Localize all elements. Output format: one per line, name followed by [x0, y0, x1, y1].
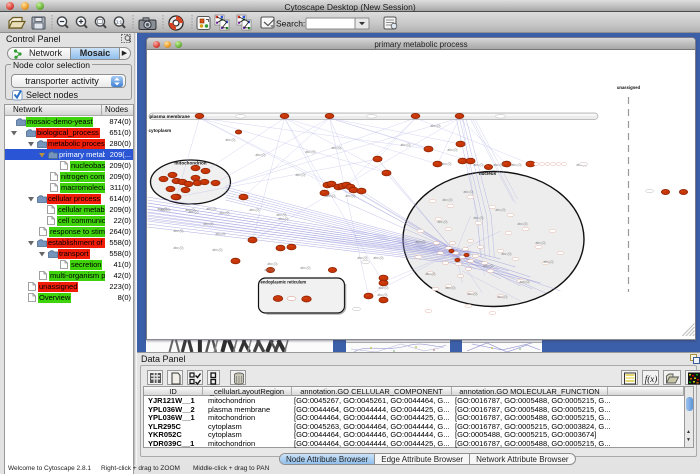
- svg-text:abc (0): abc (0): [296, 173, 306, 177]
- svg-text:abc (0): abc (0): [494, 163, 504, 167]
- svg-text:endoplasmic reticulum: endoplasmic reticulum: [261, 280, 307, 285]
- svg-text:abc (0): abc (0): [207, 207, 217, 211]
- svg-text:abc (0): abc (0): [448, 148, 458, 152]
- svg-text:abc (0): abc (0): [332, 146, 342, 150]
- svg-text:abc (0): abc (0): [518, 222, 528, 226]
- svg-text:abc (0): abc (0): [520, 280, 530, 284]
- svg-text:unassigned: unassigned: [617, 85, 641, 90]
- svg-text:abc (0): abc (0): [358, 256, 368, 260]
- svg-text:abc (0): abc (0): [204, 222, 214, 226]
- svg-text:abc (0): abc (0): [326, 194, 336, 198]
- svg-text:abc (0): abc (0): [306, 150, 316, 154]
- svg-text:abc (0): abc (0): [498, 295, 508, 299]
- svg-text:abc (0): abc (0): [220, 211, 230, 215]
- svg-text:abc (0): abc (0): [443, 198, 453, 202]
- svg-text:abc (0): abc (0): [426, 272, 436, 276]
- svg-text:plasma membrane: plasma membrane: [150, 114, 191, 119]
- svg-text:abc (0): abc (0): [213, 248, 223, 252]
- svg-text:abc (0): abc (0): [378, 293, 388, 297]
- svg-text:1:1: 1:1: [116, 20, 123, 25]
- svg-text:abc (0): abc (0): [346, 194, 356, 198]
- svg-text:abc (0): abc (0): [265, 268, 275, 272]
- svg-text:abc (0): abc (0): [250, 208, 260, 212]
- svg-text:abc (0): abc (0): [536, 241, 546, 245]
- svg-text:abc (0): abc (0): [226, 138, 236, 142]
- svg-text:abc (0): abc (0): [474, 163, 484, 167]
- svg-text:abc (0): abc (0): [268, 262, 278, 266]
- svg-text:abc (0): abc (0): [401, 143, 411, 147]
- svg-text:abc (0): abc (0): [216, 232, 226, 236]
- svg-text:abc (0): abc (0): [279, 217, 289, 221]
- svg-text:abc (0): abc (0): [431, 124, 441, 128]
- svg-text:abc (0): abc (0): [161, 208, 171, 212]
- svg-text:abc (0): abc (0): [256, 153, 266, 157]
- svg-text:abc (0): abc (0): [174, 229, 184, 233]
- svg-text:abc (0): abc (0): [544, 260, 554, 264]
- svg-text:abc (0): abc (0): [496, 208, 506, 212]
- svg-text:abc (0): abc (0): [374, 256, 384, 260]
- svg-text:abc (0): abc (0): [379, 286, 389, 290]
- svg-text:mitochondrion: mitochondrion: [174, 161, 206, 166]
- svg-text:abc (0): abc (0): [301, 266, 311, 270]
- svg-text:abc (0): abc (0): [438, 220, 448, 224]
- svg-text:abc (0): abc (0): [189, 210, 199, 214]
- svg-text:f(x): f(x): [645, 374, 658, 384]
- svg-text:abc (0): abc (0): [484, 264, 494, 268]
- svg-text:abc (0): abc (0): [174, 246, 184, 250]
- svg-text:abc (0): abc (0): [442, 162, 452, 166]
- svg-text:abc (0): abc (0): [512, 163, 522, 167]
- svg-text:abc (0): abc (0): [416, 240, 426, 244]
- svg-text:abc (0): abc (0): [446, 286, 456, 290]
- svg-text:abc (0): abc (0): [464, 190, 474, 194]
- svg-text:abc (0): abc (0): [502, 252, 512, 256]
- svg-text:nucleus: nucleus: [479, 171, 497, 176]
- svg-text:abc (0): abc (0): [474, 216, 484, 220]
- svg-text:Search:: Search:: [276, 19, 305, 29]
- svg-text:abc (0): abc (0): [468, 292, 478, 296]
- svg-text:cytoplasm: cytoplasm: [149, 128, 172, 133]
